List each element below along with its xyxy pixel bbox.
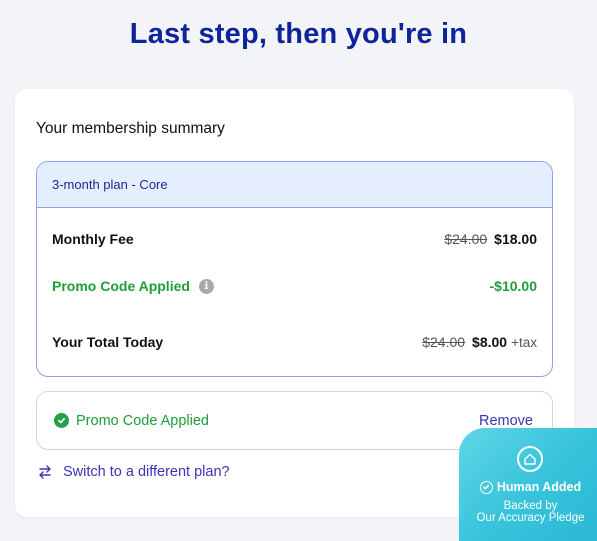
badge-title: Human Added: [496, 480, 582, 494]
page-title: Last step, then you're in: [129, 18, 468, 50]
badge-line-2: Our Accuracy Pledge: [476, 512, 585, 524]
check-circle-icon: [54, 413, 69, 428]
home-shield-icon: [517, 446, 543, 472]
promo-status-text: Promo Code Applied: [76, 412, 209, 429]
remove-promo-button[interactable]: Remove: [479, 413, 533, 429]
promo-status: Promo Code Applied: [54, 413, 209, 429]
badge-check-icon: [479, 480, 493, 494]
monthly-fee-price: $18.00: [494, 231, 537, 247]
badge-line-1: Backed by: [503, 500, 558, 512]
promo-discount-value: -$10.00: [489, 278, 537, 294]
switch-plan-link[interactable]: Switch to a different plan?: [37, 464, 230, 480]
monthly-fee-row: Monthly Fee $24.00 $18.00: [52, 231, 537, 247]
promo-row: Promo Code Applied i -$10.00: [52, 278, 537, 294]
info-icon[interactable]: i: [198, 278, 214, 294]
tax-suffix: +tax: [511, 335, 537, 350]
switch-plan-label: Switch to a different plan?: [63, 464, 230, 480]
total-price: $8.00: [472, 334, 508, 350]
swap-arrows-icon: [37, 464, 53, 480]
total-label: Your Total Today: [52, 334, 164, 350]
total-value: $24.00 $8.00 +tax: [422, 334, 537, 350]
summary-title: Your membership summary: [36, 120, 225, 137]
badge-title-row: Human Added: [459, 480, 597, 494]
accuracy-pledge-badge[interactable]: Human Added Backed by Our Accuracy Pledg…: [459, 428, 597, 541]
plan-name: 3-month plan - Core: [52, 177, 168, 192]
plan-details-box: 3-month plan - Core Monthly Fee $24.00 $…: [36, 161, 553, 377]
total-row: Your Total Today $24.00 $8.00 +tax: [52, 334, 537, 350]
checkout-page: Last step, then you're in Your membershi…: [0, 0, 597, 541]
total-original: $24.00: [422, 334, 466, 350]
monthly-fee-value: $24.00 $18.00: [444, 231, 537, 247]
promo-row-label-group: Promo Code Applied i: [52, 278, 214, 294]
promo-row-label: Promo Code Applied: [52, 278, 190, 294]
monthly-fee-original: $24.00: [444, 231, 488, 247]
plan-name-header: 3-month plan - Core: [37, 162, 552, 208]
monthly-fee-label: Monthly Fee: [52, 231, 134, 247]
